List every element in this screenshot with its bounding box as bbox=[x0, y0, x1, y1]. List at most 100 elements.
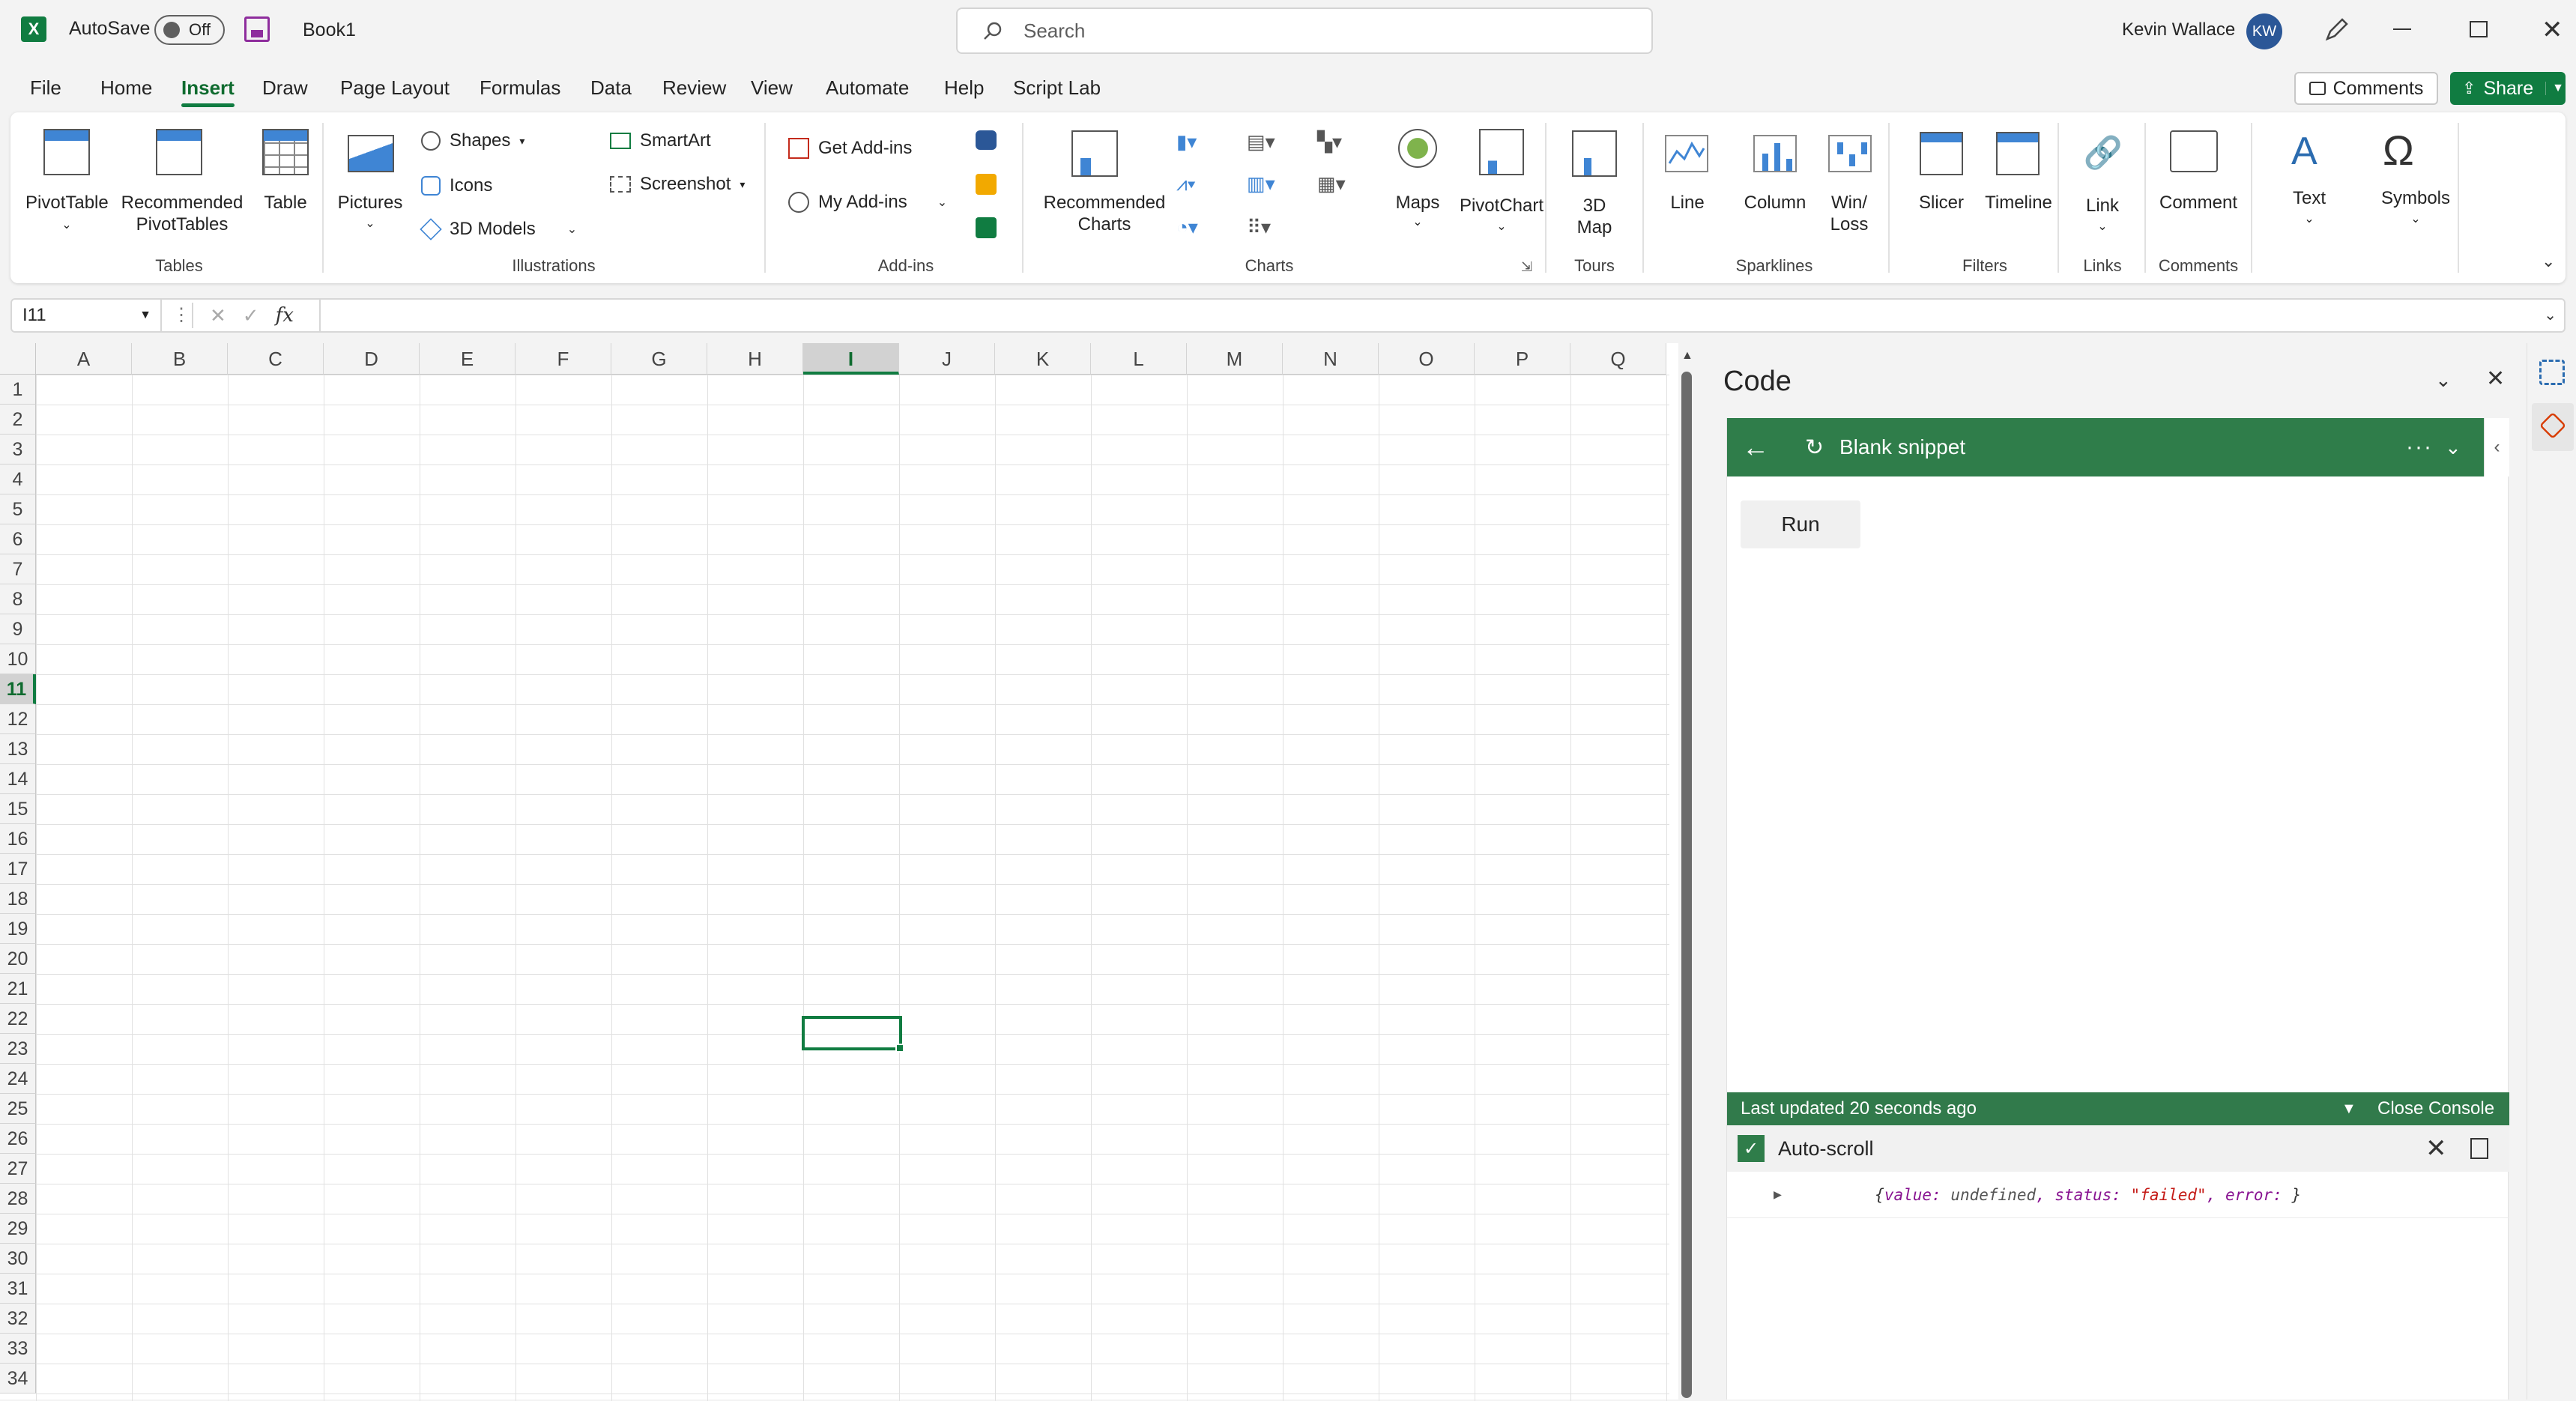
restore-icon[interactable] bbox=[2470, 21, 2488, 37]
column-header[interactable]: A bbox=[36, 343, 132, 375]
clear-console-icon[interactable]: ✕ bbox=[2425, 1134, 2447, 1164]
triangle-down-icon[interactable]: ▼ bbox=[2341, 1101, 2356, 1118]
column-header[interactable]: F bbox=[515, 343, 611, 375]
save-icon[interactable] bbox=[244, 16, 270, 42]
expand-formula-bar-icon[interactable]: ⌄ bbox=[2544, 306, 2557, 324]
column-header[interactable]: G bbox=[611, 343, 707, 375]
row-header[interactable]: 13 bbox=[0, 734, 36, 764]
row-header[interactable]: 30 bbox=[0, 1244, 36, 1274]
text-button[interactable]: Text bbox=[2278, 187, 2341, 209]
insert-function-icon[interactable]: fx bbox=[276, 304, 294, 327]
share-button[interactable]: ⇪ Share ▼ bbox=[2450, 72, 2566, 105]
row-header[interactable]: 26 bbox=[0, 1124, 36, 1154]
tab-page-layout[interactable]: Page Layout bbox=[340, 76, 450, 100]
combo-chart-icon[interactable]: ▦▾ bbox=[1317, 172, 1361, 199]
slicer-button[interactable]: Slicer bbox=[1906, 192, 1977, 214]
recommended-pivottables-button[interactable]: Recommended PivotTables bbox=[118, 192, 246, 235]
row-header[interactable]: 9 bbox=[0, 614, 36, 644]
row-header[interactable]: 34 bbox=[0, 1364, 36, 1394]
row-header[interactable]: 27 bbox=[0, 1154, 36, 1184]
row-header[interactable]: 11 bbox=[0, 674, 36, 704]
column-header[interactable]: C bbox=[228, 343, 324, 375]
more-options-icon[interactable]: ⋮ bbox=[172, 304, 190, 326]
tab-file[interactable]: File bbox=[30, 76, 61, 100]
document-name[interactable]: Book1 bbox=[303, 19, 356, 41]
row-header[interactable]: 28 bbox=[0, 1184, 36, 1214]
row-header[interactable]: 19 bbox=[0, 914, 36, 944]
row-header[interactable]: 16 bbox=[0, 824, 36, 854]
column-header[interactable]: P bbox=[1475, 343, 1570, 375]
column-header[interactable]: O bbox=[1379, 343, 1475, 375]
my-addins-button[interactable]: My Add-ins ⌄ bbox=[788, 192, 947, 213]
people-graph-icon[interactable] bbox=[976, 217, 997, 238]
row-header[interactable]: 21 bbox=[0, 974, 36, 1004]
maps-chevron-icon[interactable]: ⌄ bbox=[1382, 211, 1454, 233]
row-header[interactable]: 3 bbox=[0, 435, 36, 465]
close-window-icon[interactable]: ✕ bbox=[2542, 15, 2563, 45]
worksheet-grid[interactable]: ABCDEFGHIJKLMNOPQ 1 2 3 4 5 6 7 8 9 10 11 12 13 14 15 1… bbox=[0, 343, 1678, 1401]
tab-insert[interactable]: Insert bbox=[181, 76, 235, 107]
autosave-toggle[interactable]: Off bbox=[154, 15, 225, 45]
sidebar-addin-icon[interactable] bbox=[2539, 360, 2565, 385]
scrollbar-thumb[interactable] bbox=[1681, 372, 1692, 1398]
run-button[interactable]: Run bbox=[1741, 500, 1860, 548]
tab-draw[interactable]: Draw bbox=[262, 76, 308, 100]
row-header[interactable]: 4 bbox=[0, 465, 36, 494]
chevron-down-icon[interactable]: ▼ bbox=[2545, 82, 2564, 95]
cancel-icon[interactable]: ✕ bbox=[210, 304, 226, 327]
maps-button[interactable]: Maps bbox=[1382, 192, 1454, 214]
close-pane-icon[interactable]: ✕ bbox=[2486, 366, 2505, 392]
pictures-chevron-icon[interactable]: ⌄ bbox=[333, 213, 408, 234]
pivottable-button[interactable]: PivotTable bbox=[25, 192, 109, 214]
sidebar-script-lab-item[interactable] bbox=[2532, 403, 2574, 451]
dialog-launcher-icon[interactable]: ⇲ bbox=[1521, 259, 1532, 275]
timeline-button[interactable]: Timeline bbox=[1974, 192, 2063, 214]
column-header[interactable]: L bbox=[1091, 343, 1187, 375]
row-header[interactable]: 14 bbox=[0, 764, 36, 794]
row-header[interactable]: 17 bbox=[0, 854, 36, 884]
tab-script-lab[interactable]: Script Lab bbox=[1013, 76, 1101, 100]
scatter-chart-icon[interactable]: ⠿▾ bbox=[1247, 216, 1290, 243]
back-arrow-icon[interactable]: ← bbox=[1742, 432, 1769, 463]
link-chevron-icon[interactable]: ⌄ bbox=[2071, 216, 2134, 237]
row-header[interactable]: 33 bbox=[0, 1334, 36, 1364]
row-header[interactable]: 5 bbox=[0, 494, 36, 524]
row-header[interactable]: 12 bbox=[0, 704, 36, 734]
row-header[interactable]: 1 bbox=[0, 375, 36, 405]
winloss-sparkline-button[interactable]: Win/ Loss bbox=[1818, 192, 1881, 235]
row-header[interactable]: 24 bbox=[0, 1064, 36, 1094]
3d-models-button[interactable]: 3D Models ⌄ bbox=[420, 218, 577, 240]
tab-formulas[interactable]: Formulas bbox=[480, 76, 560, 100]
expand-triangle-icon[interactable]: ▶ bbox=[1774, 1187, 1782, 1202]
column-header[interactable]: E bbox=[420, 343, 515, 375]
row-header[interactable]: 25 bbox=[0, 1094, 36, 1124]
row-header[interactable]: 2 bbox=[0, 405, 36, 435]
column-header[interactable]: N bbox=[1283, 343, 1379, 375]
pivotchart-button[interactable]: PivotChart bbox=[1454, 195, 1549, 217]
line-chart-icon[interactable]: ⩘▾ bbox=[1176, 172, 1220, 199]
avatar[interactable]: KW bbox=[2246, 13, 2282, 49]
row-header[interactable]: 22 bbox=[0, 1004, 36, 1034]
active-cell[interactable] bbox=[802, 1016, 904, 1053]
column-header[interactable]: K bbox=[995, 343, 1091, 375]
row-header[interactable]: 7 bbox=[0, 554, 36, 584]
pictures-button[interactable]: Pictures bbox=[333, 192, 408, 214]
symbols-chevron-icon[interactable]: ⌄ bbox=[2363, 208, 2468, 230]
tab-view[interactable]: View bbox=[751, 76, 793, 100]
more-icon[interactable]: ··· bbox=[2406, 435, 2433, 460]
3d-map-button[interactable]: 3D Map bbox=[1557, 195, 1632, 238]
tab-review[interactable]: Review bbox=[662, 76, 726, 100]
search-box[interactable]: Search bbox=[956, 7, 1653, 54]
ribbon-collapse-icon[interactable]: ⌄ bbox=[2542, 252, 2555, 271]
pen-icon[interactable] bbox=[2323, 16, 2350, 43]
row-header[interactable]: 8 bbox=[0, 584, 36, 614]
column-sparkline-button[interactable]: Column bbox=[1734, 192, 1816, 214]
comments-button[interactable]: Comments bbox=[2294, 72, 2438, 105]
close-console-button[interactable]: Close Console bbox=[2377, 1098, 2494, 1119]
line-sparkline-button[interactable]: Line bbox=[1656, 192, 1719, 214]
formula-input[interactable] bbox=[319, 300, 2537, 331]
tab-automate[interactable]: Automate bbox=[826, 76, 909, 100]
snippet-name[interactable]: Blank snippet bbox=[1839, 435, 1965, 459]
column-header[interactable]: M bbox=[1187, 343, 1283, 375]
statistic-chart-icon[interactable]: ▥▾ bbox=[1247, 172, 1290, 199]
